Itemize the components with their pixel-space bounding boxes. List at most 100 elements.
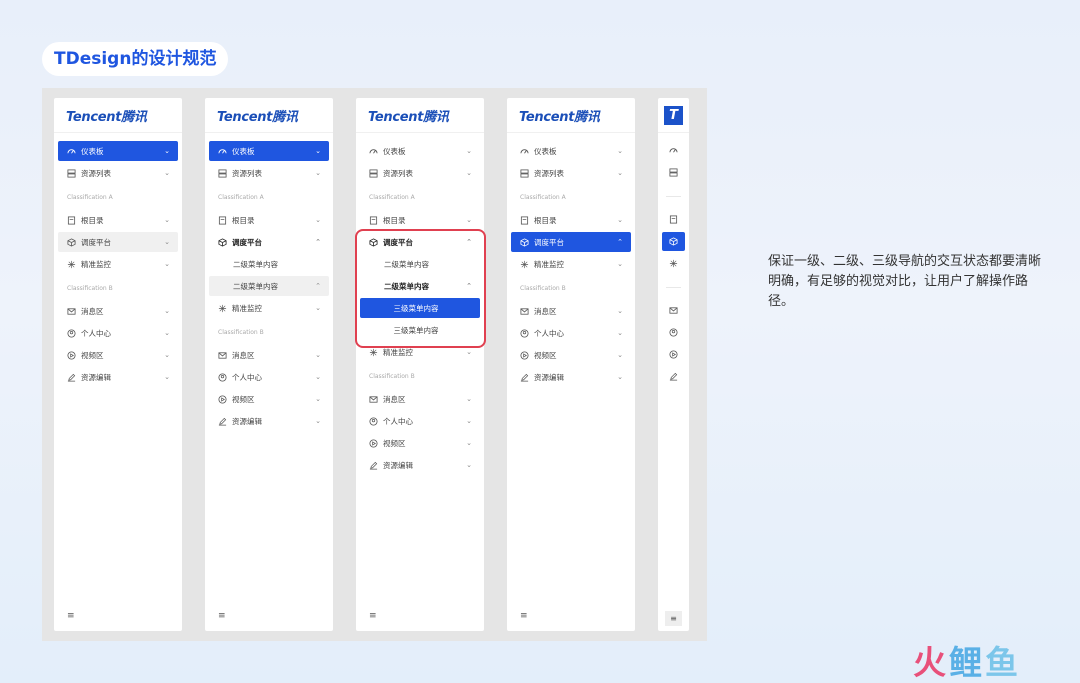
cube-icon[interactable] (662, 232, 685, 251)
chevron-down-icon: ⌄ (315, 395, 321, 403)
chevron-down-icon: ⌄ (617, 147, 623, 155)
menu-item-label: 根目录 (232, 215, 255, 225)
menu-item-editor[interactable]: 资源编辑 ⌄ (209, 411, 329, 431)
menu-item-monitor[interactable]: 精准监控 ⌄ (360, 342, 480, 362)
chevron-down-icon: ⌄ (164, 216, 170, 224)
collapse-menu-icon[interactable]: ≡ (369, 611, 377, 621)
play-icon[interactable] (662, 345, 685, 364)
submenu-item[interactable]: 二级菜单内容 (360, 254, 480, 274)
collapse-menu-icon[interactable]: ≡ (218, 611, 226, 621)
menu-item-monitor[interactable]: 精准监控 ⌄ (511, 254, 631, 274)
third-level-item-label: 三级菜单内容 (393, 303, 439, 313)
server-icon[interactable] (662, 163, 685, 182)
menu-item-label: 视频区 (534, 350, 557, 360)
menu-item-dashboard[interactable]: 仪表板 ⌄ (209, 141, 329, 161)
mail-icon[interactable] (662, 301, 685, 320)
file-icon (369, 215, 378, 225)
menu-item-root[interactable]: 根目录 ⌄ (58, 210, 178, 230)
cube-icon (218, 237, 227, 247)
menu-item-monitor[interactable]: 精准监控 ⌄ (58, 254, 178, 274)
play-icon (67, 350, 76, 360)
file-icon (218, 215, 227, 225)
chevron-down-icon: ⌄ (617, 329, 623, 337)
menu-item-resources[interactable]: 资源列表 ⌄ (360, 163, 480, 183)
menu-item-scheduler[interactable]: 调度平台 ⌃ (360, 232, 480, 252)
menu-item-video[interactable]: 视频区 ⌄ (58, 345, 178, 365)
menu-item-editor[interactable]: 资源编辑 ⌄ (58, 367, 178, 387)
menu-item-label: 根目录 (383, 215, 406, 225)
edit-icon[interactable] (662, 367, 685, 386)
file-icon[interactable] (662, 210, 685, 229)
menu-item-scheduler[interactable]: 调度平台 ⌃ (511, 232, 631, 252)
menu-item-profile[interactable]: 个人中心 ⌄ (58, 323, 178, 343)
menu-item-label: 调度平台 (383, 237, 413, 247)
menu-item-messages[interactable]: 消息区 ⌄ (511, 301, 631, 321)
menu-item-video[interactable]: 视频区 ⌄ (209, 389, 329, 409)
description-text: 保证一级、二级、三级导航的交互状态都要清晰明确，有足够的视觉对比，让用户了解操作… (768, 254, 1042, 309)
menu-item-root[interactable]: 根目录 ⌄ (511, 210, 631, 230)
chevron-down-icon: ⌄ (315, 351, 321, 359)
menu-item-dashboard[interactable]: 仪表板 ⌄ (360, 141, 480, 161)
menu-item-dashboard[interactable]: 仪表板 ⌄ (58, 141, 178, 161)
submenu-item-expanded[interactable]: 二级菜单内容 ⌃ (360, 276, 480, 296)
menu-item-label: 精准监控 (534, 259, 564, 269)
submenu-item[interactable]: 二级菜单内容 (209, 254, 329, 274)
collapse-menu-icon[interactable]: ≡ (67, 611, 75, 621)
third-level-item-active[interactable]: 三级菜单内容 (360, 298, 480, 318)
submenu-item-label: 二级菜单内容 (384, 259, 429, 269)
server-icon (218, 168, 227, 178)
dashboard-icon (369, 147, 378, 156)
chevron-down-icon: ⌄ (315, 169, 321, 177)
collapse-menu-icon[interactable]: ≡ (520, 611, 528, 621)
menu-item-label: 资源列表 (383, 168, 413, 178)
chevron-down-icon: ⌄ (315, 216, 321, 224)
chevron-down-icon: ⌄ (466, 348, 472, 356)
expand-menu-icon[interactable]: ≡ (665, 611, 682, 626)
menu-item-scheduler[interactable]: 调度平台 ⌄ (58, 232, 178, 252)
menu-item-resources[interactable]: 资源列表 ⌄ (58, 163, 178, 183)
chevron-up-icon: ⌃ (617, 238, 623, 246)
nav-panel-active-parent: Tencent腾讯 仪表板 ⌄ 资源列表 ⌄ Classification A … (507, 98, 635, 631)
sparkle-icon (67, 260, 76, 269)
menu-item-label: 资源编辑 (383, 460, 413, 470)
menu-item-video[interactable]: 视频区 ⌄ (360, 433, 480, 453)
chevron-down-icon: ⌄ (164, 329, 170, 337)
nav-panel-collapsed: T ≡ (658, 98, 689, 631)
menu-item-label: 消息区 (232, 350, 255, 360)
cube-icon (520, 237, 529, 247)
user-icon[interactable] (662, 323, 685, 342)
menu-item-editor[interactable]: 资源编辑 ⌄ (360, 455, 480, 475)
sparkle-icon[interactable] (662, 254, 685, 273)
menu-item-label: 精准监控 (383, 347, 413, 357)
menu-item-video[interactable]: 视频区 ⌄ (511, 345, 631, 365)
menu-item-resources[interactable]: 资源列表 ⌄ (209, 163, 329, 183)
menu-item-resources[interactable]: 资源列表 ⌄ (511, 163, 631, 183)
logo: Tencent腾讯 (54, 98, 182, 133)
mail-icon (520, 307, 529, 316)
menu-item-profile[interactable]: 个人中心 ⌄ (360, 411, 480, 431)
chevron-down-icon: ⌄ (466, 169, 472, 177)
group-label-b: Classification B (369, 373, 415, 380)
menu-item-editor[interactable]: 资源编辑 ⌄ (511, 367, 631, 387)
menu-item-label: 仪表板 (232, 146, 255, 156)
menu-item-monitor[interactable]: 精准监控 ⌄ (209, 298, 329, 318)
edit-icon (520, 373, 529, 382)
menu-item-messages[interactable]: 消息区 ⌄ (209, 345, 329, 365)
menu-item-profile[interactable]: 个人中心 ⌄ (209, 367, 329, 387)
nav-panel-second-level: Tencent腾讯 仪表板 ⌄ 资源列表 ⌄ Classification A … (205, 98, 333, 631)
server-icon (67, 168, 76, 178)
menu-item-label: 视频区 (383, 438, 406, 448)
menu-item-profile[interactable]: 个人中心 ⌄ (511, 323, 631, 343)
group-label-b: Classification B (520, 285, 566, 292)
menu-item-dashboard[interactable]: 仪表板 ⌄ (511, 141, 631, 161)
third-level-item[interactable]: 三级菜单内容 (360, 320, 480, 340)
menu-item-messages[interactable]: 消息区 ⌄ (58, 301, 178, 321)
menu-item-scheduler[interactable]: 调度平台 ⌃ (209, 232, 329, 252)
menu-item-root[interactable]: 根目录 ⌄ (360, 210, 480, 230)
submenu-item[interactable]: 二级菜单内容 ⌃ (209, 276, 329, 296)
group-label-b: Classification B (218, 329, 264, 336)
menu-item-messages[interactable]: 消息区 ⌄ (360, 389, 480, 409)
edit-icon (218, 417, 227, 426)
menu-item-root[interactable]: 根目录 ⌄ (209, 210, 329, 230)
dashboard-icon[interactable] (662, 141, 685, 160)
